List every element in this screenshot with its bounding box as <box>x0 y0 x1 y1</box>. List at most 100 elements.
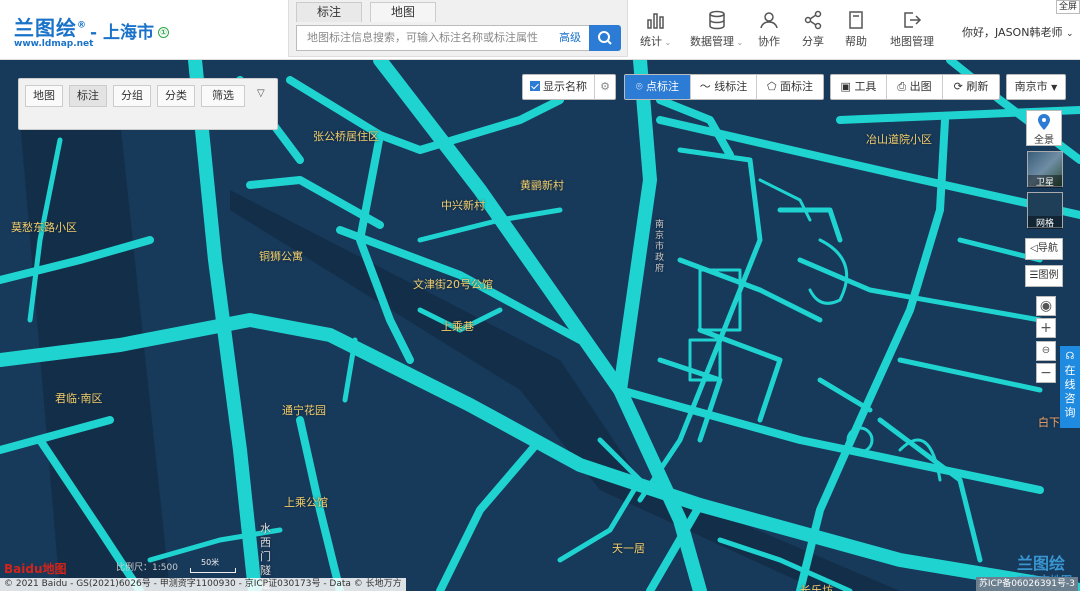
city-select[interactable]: 南京市 ▼ <box>1006 74 1066 100</box>
collaborate-label: 协作 <box>758 35 780 48</box>
panorama-button[interactable]: 全景 <box>1026 110 1062 146</box>
area-annotation-label: 面标注 <box>780 80 814 93</box>
map-pin-icon <box>1038 114 1050 130</box>
map-label: 黄鹂新村 <box>520 179 564 192</box>
help-button[interactable]: 帮助 <box>845 10 867 49</box>
exit-icon <box>904 12 922 28</box>
user-greeting: 你好，JASON韩老师 <box>962 26 1063 39</box>
search-tab-map[interactable]: 地图 <box>370 2 436 22</box>
fullscreen-button[interactable]: 全屏 <box>1056 0 1080 14</box>
collaborate-button[interactable]: 协作 <box>758 10 780 49</box>
watermark-text: 兰图绘 <box>1017 554 1066 573</box>
area-annotation-button[interactable]: ⬠ 面标注 <box>757 75 823 99</box>
grid-button[interactable]: 网格 <box>1027 192 1063 229</box>
info-icon[interactable]: ① <box>157 27 169 38</box>
map-label: 中兴新村 <box>441 199 485 212</box>
search-button[interactable] <box>589 25 621 51</box>
help-label: 帮助 <box>845 35 867 48</box>
show-name-checkbox[interactable]: 显示名称 <box>523 75 595 99</box>
panel-tab-annotation[interactable]: 标注 <box>69 85 107 107</box>
satellite-label: 卫星 <box>1028 175 1062 188</box>
bar-chart-icon <box>646 13 664 29</box>
zoom-handle-icon: ⊖ <box>1041 345 1051 356</box>
printer-icon: ⎙ <box>897 80 910 93</box>
panel-tab-filter[interactable]: 筛选 <box>201 85 245 107</box>
scale-bar: 50米 <box>190 558 236 573</box>
locate-button[interactable]: ◉ <box>1036 296 1056 316</box>
navigation-arrow-icon: ◁ <box>1030 243 1038 254</box>
show-name-label: 显示名称 <box>543 80 587 93</box>
zoom-in-button[interactable]: + <box>1036 318 1056 338</box>
minus-icon: − <box>1040 365 1052 381</box>
satellite-button[interactable]: 卫星 <box>1027 151 1063 188</box>
baidu-logo: Baidu地图 <box>4 562 67 576</box>
settings-button[interactable]: ⚙ <box>595 75 615 99</box>
scale-label: 比例尺：1:500 <box>116 563 178 573</box>
data-management-menu[interactable]: 数据管理 ⌄ <box>690 10 743 49</box>
annotation-type-group: ⌾ 点标注 〜 线标注 ⬠ 面标注 <box>624 74 824 100</box>
tools-button[interactable]: ▣ 工具 <box>831 75 887 99</box>
share-button[interactable]: 分享 <box>802 10 824 49</box>
print-label: 出图 <box>909 80 932 93</box>
users-icon <box>760 12 778 29</box>
headset-icon: ☊ <box>1065 351 1075 362</box>
stats-label: 统计 <box>640 35 662 48</box>
map-label: 南京市政府 <box>655 220 665 274</box>
panel-tab-category[interactable]: 分类 <box>157 85 195 107</box>
book-icon <box>849 11 863 29</box>
search-panel: 标注 地图 地图标注信息搜索，可输入标注名称或标注属性 高级 <box>288 0 628 57</box>
point-annotation-label: 点标注 <box>646 80 680 93</box>
map-actions-group: ▣ 工具 ⎙ 出图 ⟳ 刷新 <box>830 74 1000 100</box>
logo-site: www.ldmap.net <box>14 39 94 49</box>
map-label: 君临·南区 <box>55 392 103 405</box>
checkbox-checked-icon <box>530 81 540 91</box>
grid-label: 网格 <box>1028 216 1062 229</box>
copyright: © 2021 Baidu - GS(2021)6026号 - 甲测资字11009… <box>0 578 406 591</box>
share-label: 分享 <box>802 35 824 48</box>
map-management-label: 地图管理 <box>890 35 934 48</box>
map-canvas[interactable]: 张公桥居住区 冶山道院小区 黄鹂新村 中兴新村 莫愁东路小区 铜狮公寓 文津街2… <box>0 60 1080 591</box>
gear-icon: ⚙ <box>600 80 610 93</box>
map-pin-icon: ⌾ <box>635 80 647 93</box>
refresh-label: 刷新 <box>966 80 989 93</box>
polygon-icon: ⬠ <box>766 80 781 93</box>
logo-reg-mark: ® <box>77 20 87 31</box>
share-icon <box>804 10 822 30</box>
stats-menu[interactable]: 统计 ⌄ <box>640 10 671 49</box>
map-management-button[interactable]: 地图管理 <box>890 10 934 49</box>
zoom-out-button[interactable]: − <box>1036 363 1056 383</box>
map-label: 上乘公馆 <box>284 496 328 509</box>
legend-button[interactable]: ☰图例 <box>1025 265 1063 287</box>
online-consult-button[interactable]: ☊ 在线咨询 <box>1060 346 1080 428</box>
map-label: 莫愁东路小区 <box>11 221 77 234</box>
search-tab-annotation[interactable]: 标注 <box>296 2 362 22</box>
map-label: 白下 <box>1038 416 1060 429</box>
chevron-down-icon: ▽ <box>257 88 265 99</box>
point-annotation-button[interactable]: ⌾ 点标注 <box>625 75 691 99</box>
panel-tab-map[interactable]: 地图 <box>25 85 63 107</box>
map-label: 上乘巷 <box>441 320 474 333</box>
zoom-level-indicator[interactable]: ⊖ <box>1036 341 1056 361</box>
advanced-search-link[interactable]: 高级 <box>559 26 581 50</box>
legend-label: 图例 <box>1038 270 1059 281</box>
show-name-toggle[interactable]: 显示名称 ⚙ <box>522 74 616 100</box>
map-label: 长乐坊 <box>800 584 833 591</box>
locate-icon: ◉ <box>1039 298 1053 314</box>
user-menu[interactable]: 你好，JASON韩老师 ⌄ <box>962 24 1074 40</box>
refresh-button[interactable]: ⟳ 刷新 <box>943 75 999 99</box>
print-button[interactable]: ⎙ 出图 <box>887 75 943 99</box>
city-label[interactable]: - 上海市 ① <box>90 18 169 43</box>
line-icon: 〜 <box>699 80 715 93</box>
search-placeholder: 地图标注信息搜索，可输入标注名称或标注属性 <box>307 31 538 44</box>
line-annotation-button[interactable]: 〜 线标注 <box>691 75 757 99</box>
refresh-icon: ⟳ <box>953 80 967 93</box>
database-icon <box>708 10 725 30</box>
icp-link[interactable]: 苏ICP备06026391号-3 <box>975 577 1078 591</box>
search-input[interactable]: 地图标注信息搜索，可输入标注名称或标注属性 高级 <box>296 25 592 51</box>
map-label: 冶山道院小区 <box>866 133 932 146</box>
navigate-button[interactable]: ◁导航 <box>1025 238 1063 260</box>
collapse-panel-button[interactable]: ▽ <box>257 88 265 99</box>
city-name: - 上海市 <box>90 23 154 43</box>
panel-tab-group[interactable]: 分组 <box>113 85 151 107</box>
logo[interactable]: 兰图绘® www.ldmap.net <box>14 12 93 49</box>
